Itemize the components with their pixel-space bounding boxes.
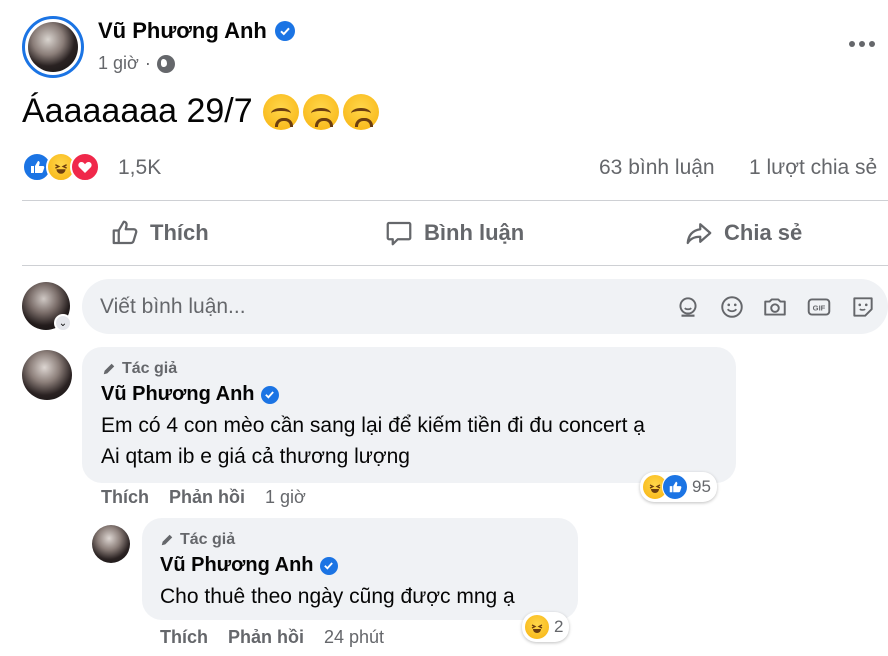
author-badge-label: Tác giả [122, 360, 178, 377]
crying-face-icon [342, 93, 379, 130]
reply-author-name[interactable]: Vũ Phương Anh [160, 554, 314, 577]
author-name-row[interactable]: Vũ Phương Anh [98, 18, 295, 44]
like-reaction-icon [662, 474, 688, 500]
reply-like-button[interactable]: Thích [160, 627, 208, 648]
share-count[interactable]: 1 lượt chia sẻ [749, 156, 877, 180]
post-time[interactable]: 1 giờ [98, 53, 139, 74]
author-badge-label: Tác giả [180, 531, 236, 548]
author-badge: Tác giả [102, 360, 177, 378]
dot-icon [849, 41, 855, 47]
emoji-icon[interactable] [718, 293, 746, 321]
divider [22, 200, 888, 201]
divider [22, 265, 888, 266]
post-text-content: Áaaaaaaa 29/7 [22, 92, 253, 130]
comment-text-line: Ai qtam ib e giá cả thương lượng [101, 445, 410, 468]
gif-icon[interactable]: GIF [805, 293, 833, 321]
comment-bubble-icon [386, 221, 412, 246]
commenter-avatar[interactable] [22, 350, 72, 400]
author-name[interactable]: Vũ Phương Anh [98, 18, 267, 44]
dot-icon [869, 41, 875, 47]
reply-author-avatar[interactable] [92, 525, 130, 563]
comment-reaction-count: 95 [692, 477, 711, 496]
crying-face-icon [262, 93, 299, 130]
like-button[interactable]: Thích [110, 210, 209, 256]
like-label: Thích [150, 220, 209, 245]
haha-reaction-icon [524, 614, 550, 640]
svg-text:GIF: GIF [813, 303, 826, 312]
comment-author-row: Vũ Phương Anh [101, 383, 279, 406]
globe-icon[interactable] [156, 54, 175, 73]
dot-icon [859, 41, 865, 47]
reply-text: Cho thuê theo ngày cũng được mng ạ [160, 585, 515, 608]
share-label: Chia sẻ [724, 220, 803, 245]
post-text: Áaaaaaaa 29/7 [22, 92, 379, 131]
reply-reaction-pill[interactable]: 2 [522, 612, 570, 642]
more-options-button[interactable] [844, 34, 880, 54]
separator-dot: · [144, 53, 151, 73]
comment-label: Bình luận [424, 220, 525, 245]
chevron-down-icon[interactable]: ⌄ [54, 314, 72, 332]
love-reaction-icon [70, 152, 100, 182]
thumbs-up-icon [112, 220, 138, 245]
post-meta: 1 giờ · [98, 53, 175, 74]
verified-badge-icon [260, 385, 279, 404]
comment-like-button[interactable]: Thích [101, 487, 149, 508]
reply-meta: Thích Phản hồi 24 phút [160, 627, 384, 648]
verified-badge-icon [274, 21, 295, 41]
reply-reaction-count: 2 [554, 617, 564, 636]
author-avatar-image [28, 22, 78, 72]
reaction-summary-icons[interactable] [22, 152, 100, 182]
pen-icon [103, 363, 115, 375]
reaction-count[interactable]: 1,5K [118, 156, 161, 180]
comment-button[interactable]: Bình luận [384, 210, 524, 256]
avatar-sticker-icon[interactable] [674, 293, 702, 321]
comment-count[interactable]: 63 bình luận [599, 156, 715, 180]
pen-icon [161, 534, 173, 546]
verified-badge-icon [319, 556, 338, 575]
author-avatar[interactable] [22, 16, 84, 78]
reply-reply-button[interactable]: Phản hồi [228, 627, 304, 648]
share-button[interactable]: Chia sẻ [684, 210, 802, 256]
crying-face-icon [302, 93, 339, 130]
reply-time[interactable]: 24 phút [324, 627, 384, 648]
comment-input-placeholder: Viết bình luận... [100, 294, 246, 318]
share-arrow-icon [686, 223, 712, 245]
author-badge: Tác giả [160, 531, 235, 549]
comment-time[interactable]: 1 giờ [265, 487, 306, 508]
reply-author-row: Vũ Phương Anh [160, 554, 338, 577]
comment-meta: Thích Phản hồi 1 giờ [101, 487, 306, 508]
comment-text-line: Em có 4 con mèo cần sang lại để kiếm tiề… [101, 414, 645, 437]
sticker-icon[interactable] [849, 293, 877, 321]
comment-author-name[interactable]: Vũ Phương Anh [101, 383, 255, 406]
camera-icon[interactable] [761, 293, 789, 321]
comment-reaction-pill[interactable]: 95 [640, 472, 717, 502]
comment-reply-button[interactable]: Phản hồi [169, 487, 245, 508]
